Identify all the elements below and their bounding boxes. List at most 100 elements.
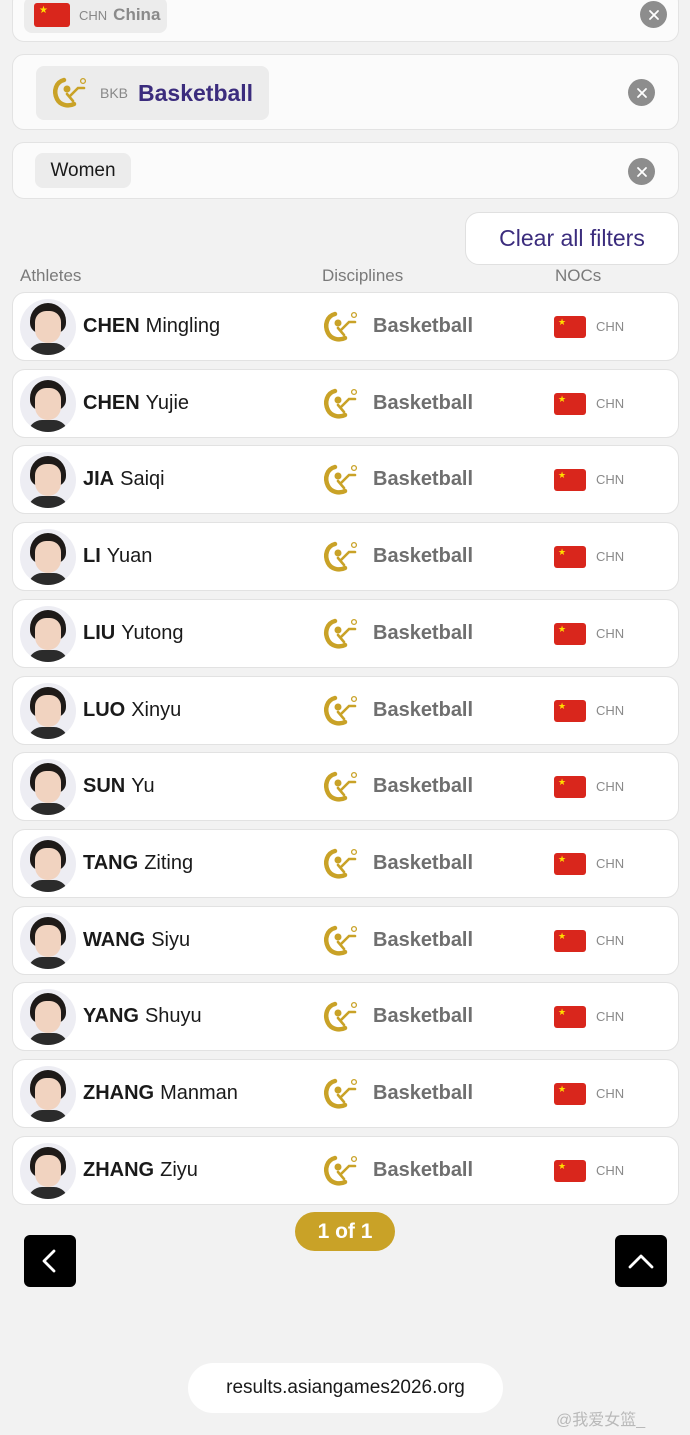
china-flag-icon: ★ [554,393,586,415]
athlete-avatar [20,989,76,1045]
clear-country-filter-button[interactable] [640,1,667,28]
athlete-noc: CHN [596,1086,625,1101]
athlete-avatar [20,529,76,585]
athlete-row[interactable]: SUN Yu Basketball ★ CHN [12,752,679,821]
back-button[interactable] [24,1235,76,1287]
athlete-row[interactable]: CHEN Yujie Basketball ★ CHN [12,369,679,438]
athlete-discipline: Basketball [373,775,474,797]
discipline-filter: BKB Basketball [12,54,679,130]
athlete-name: LUO Xinyu [83,677,181,744]
athlete-last-name: YANG [83,1005,139,1027]
athlete-name: CHEN Mingling [83,293,220,360]
athlete-noc: CHN [596,626,625,641]
china-flag-icon: ★ [554,316,586,338]
basketball-pictogram-icon [324,311,358,342]
athlete-name: WANG Siyu [83,907,190,974]
basketball-pictogram-icon [53,77,87,108]
athlete-discipline: Basketball [373,468,474,490]
basketball-pictogram-icon [324,464,358,495]
athlete-avatar [20,683,76,739]
athlete-row[interactable]: WANG Siyu Basketball ★ CHN [12,906,679,975]
discipline-filter-chip[interactable]: BKB Basketball [36,66,269,120]
athlete-last-name: TANG [83,852,139,874]
gender-name: Women [50,159,116,181]
athlete-first-name: Ziting [144,852,194,874]
basketball-pictogram-icon [324,1001,358,1032]
athlete-first-name: Yujie [145,392,190,414]
athlete-last-name: LIU [83,622,116,644]
athlete-first-name: Saiqi [120,468,165,490]
athlete-name: LI Yuan [83,523,152,590]
china-flag-icon: ★ [554,1083,586,1105]
athlete-discipline: Basketball [373,1159,474,1181]
athlete-discipline: Basketball [373,852,474,874]
athletes-column-header: Athletes [20,266,82,285]
clear-all-filters-button[interactable]: Clear all filters [465,212,679,265]
athlete-avatar [20,836,76,892]
athlete-discipline: Basketball [373,699,474,721]
athlete-avatar [20,759,76,815]
china-flag-icon: ★ [554,700,586,722]
athlete-name: SUN Yu [83,753,155,820]
athlete-noc: CHN [596,1009,625,1024]
clear-gender-filter-button[interactable] [628,158,655,185]
china-flag-icon: ★ [554,546,586,568]
basketball-pictogram-icon [324,925,358,956]
athlete-avatar [20,376,76,432]
basketball-pictogram-icon [324,848,358,879]
discipline-code: BKB [100,85,129,101]
disciplines-column-header: Disciplines [322,266,404,285]
url-bar[interactable]: results.asiangames2026.org [188,1363,503,1413]
athlete-name: JIA Saiqi [83,446,165,513]
athlete-name: LIU Yutong [83,600,184,667]
athlete-noc: CHN [596,703,625,718]
athlete-noc: CHN [596,1163,625,1178]
athlete-discipline: Basketball [373,1005,474,1027]
basketball-pictogram-icon [324,618,358,649]
athlete-discipline: Basketball [373,622,474,644]
athlete-first-name: Xinyu [131,699,182,721]
china-flag-icon: ★ [34,3,70,27]
athlete-first-name: Yutong [121,622,184,644]
athlete-row[interactable]: LIU Yutong Basketball ★ CHN [12,599,679,668]
athlete-row[interactable]: ZHANG Ziyu Basketball ★ CHN [12,1136,679,1205]
athlete-discipline: Basketball [373,929,474,951]
athlete-row[interactable]: ZHANG Manman Basketball ★ CHN [12,1059,679,1128]
athlete-noc: CHN [596,549,625,564]
athlete-name: ZHANG Ziyu [83,1137,198,1204]
athlete-noc: CHN [596,856,625,871]
close-icon [636,166,647,177]
athlete-row[interactable]: LUO Xinyu Basketball ★ CHN [12,676,679,745]
athlete-row[interactable]: LI Yuan Basketball ★ CHN [12,522,679,591]
athlete-avatar [20,1143,76,1199]
athlete-last-name: WANG [83,929,146,951]
athlete-last-name: LUO [83,699,126,721]
china-flag-icon: ★ [554,1006,586,1028]
clear-discipline-filter-button[interactable] [628,79,655,106]
basketball-pictogram-icon [324,695,358,726]
athlete-row[interactable]: CHEN Mingling Basketball ★ CHN [12,292,679,361]
scroll-to-top-button[interactable] [615,1235,667,1287]
athlete-first-name: Manman [160,1082,238,1104]
athlete-last-name: JIA [83,468,115,490]
gender-filter-chip[interactable]: Women [35,153,131,188]
athlete-noc: CHN [596,933,625,948]
athlete-row[interactable]: TANG Ziting Basketball ★ CHN [12,829,679,898]
country-name: China [113,5,161,24]
china-flag-icon: ★ [554,853,586,875]
athlete-first-name: Yuan [106,545,153,567]
basketball-pictogram-icon [324,771,358,802]
china-flag-icon: ★ [554,1160,586,1182]
athlete-row[interactable]: YANG Shuyu Basketball ★ CHN [12,982,679,1051]
athlete-avatar [20,452,76,508]
athlete-noc: CHN [596,396,625,411]
chevron-up-icon [628,1254,654,1269]
china-flag-icon: ★ [554,930,586,952]
athlete-name: CHEN Yujie [83,370,189,437]
country-filter-chip[interactable]: ★ CHN China [24,0,167,33]
athlete-first-name: Yu [131,775,155,797]
athlete-first-name: Ziyu [160,1159,198,1181]
athlete-row[interactable]: JIA Saiqi Basketball ★ CHN [12,445,679,514]
athlete-first-name: Siyu [151,929,191,951]
athlete-last-name: ZHANG [83,1082,155,1104]
